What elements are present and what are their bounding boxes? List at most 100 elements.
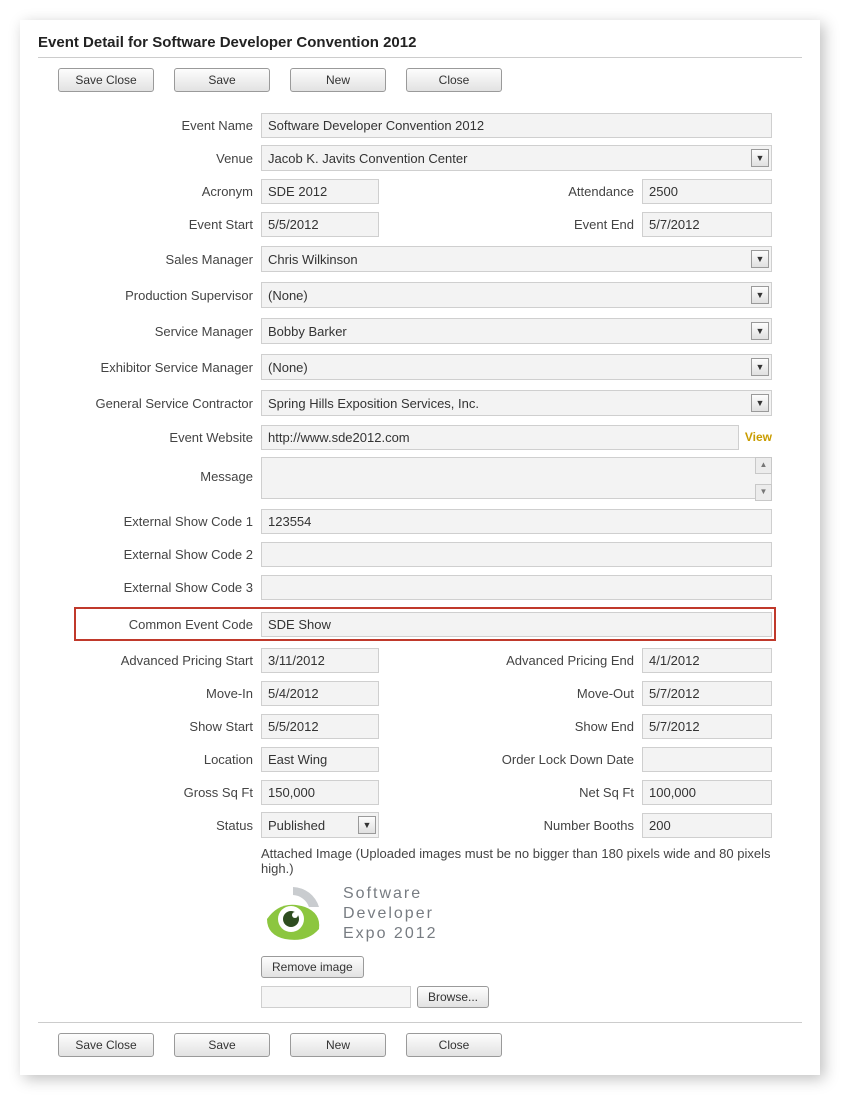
adv-pricing-start-label: Advanced Pricing Start: [78, 653, 261, 668]
location-input[interactable]: [261, 747, 379, 772]
status-value: Published: [268, 818, 325, 833]
textarea-scrollbar[interactable]: ▲ ▼: [755, 457, 772, 501]
production-supervisor-select[interactable]: (None) ▼: [261, 282, 772, 308]
event-name-input[interactable]: [261, 113, 772, 138]
ext-code-3-label: External Show Code 3: [78, 580, 261, 595]
sales-manager-select[interactable]: Chris Wilkinson ▼: [261, 246, 772, 272]
event-website-input[interactable]: [261, 425, 739, 450]
scroll-down-icon: ▼: [755, 484, 772, 501]
bottom-button-row: Save Close Save New Close: [38, 1033, 802, 1057]
service-manager-label: Service Manager: [78, 324, 261, 339]
browse-button[interactable]: Browse...: [417, 986, 489, 1008]
event-start-input[interactable]: [261, 212, 379, 237]
event-name-label: Event Name: [78, 118, 261, 133]
ext-code-1-input[interactable]: [261, 509, 772, 534]
view-link[interactable]: View: [739, 430, 772, 444]
acronym-label: Acronym: [78, 184, 261, 199]
divider: [38, 57, 802, 58]
move-out-label: Move-Out: [379, 686, 642, 701]
production-supervisor-value: (None): [268, 288, 308, 303]
event-form: Event Name Venue Jacob K. Javits Convent…: [38, 112, 802, 1008]
service-manager-select[interactable]: Bobby Barker ▼: [261, 318, 772, 344]
net-sq-ft-label: Net Sq Ft: [379, 785, 642, 800]
scroll-up-icon: ▲: [755, 457, 772, 474]
exhibitor-service-manager-value: (None): [268, 360, 308, 375]
service-manager-value: Bobby Barker: [268, 324, 347, 339]
file-path-input[interactable]: [261, 986, 411, 1008]
general-service-contractor-value: Spring Hills Exposition Services, Inc.: [268, 396, 479, 411]
attached-image-preview: Software Developer Expo 2012: [261, 884, 772, 944]
adv-pricing-end-label: Advanced Pricing End: [379, 653, 642, 668]
show-end-label: Show End: [379, 719, 642, 734]
chevron-down-icon: ▼: [751, 149, 769, 167]
save-close-button[interactable]: Save Close: [58, 68, 154, 92]
remove-image-button[interactable]: Remove image: [261, 956, 364, 978]
production-supervisor-label: Production Supervisor: [78, 288, 261, 303]
net-sq-ft-input[interactable]: [642, 780, 772, 805]
status-select[interactable]: Published ▼: [261, 812, 379, 838]
image-actions: Remove image Browse...: [261, 956, 772, 1008]
ext-code-2-input[interactable]: [261, 542, 772, 567]
new-button-bottom[interactable]: New: [290, 1033, 386, 1057]
show-end-input[interactable]: [642, 714, 772, 739]
common-event-code-highlight: Common Event Code: [74, 607, 776, 641]
chevron-down-icon: ▼: [751, 250, 769, 268]
chevron-down-icon: ▼: [751, 322, 769, 340]
event-detail-panel: Event Detail for Software Developer Conv…: [20, 20, 820, 1075]
order-lock-down-label: Order Lock Down Date: [379, 752, 642, 767]
status-label: Status: [78, 818, 261, 833]
save-close-button-bottom[interactable]: Save Close: [58, 1033, 154, 1057]
logo-eye-icon: [261, 885, 325, 943]
attendance-input[interactable]: [642, 179, 772, 204]
attached-image-note: Attached Image (Uploaded images must be …: [261, 846, 772, 876]
ext-code-3-input[interactable]: [261, 575, 772, 600]
venue-select[interactable]: Jacob K. Javits Convention Center ▼: [261, 145, 772, 171]
new-button[interactable]: New: [290, 68, 386, 92]
event-website-label: Event Website: [78, 430, 261, 445]
show-start-input[interactable]: [261, 714, 379, 739]
logo-text: Software Developer Expo 2012: [343, 884, 438, 944]
close-button[interactable]: Close: [406, 68, 502, 92]
attendance-label: Attendance: [379, 184, 642, 199]
venue-label: Venue: [78, 151, 261, 166]
move-out-input[interactable]: [642, 681, 772, 706]
event-end-input[interactable]: [642, 212, 772, 237]
message-label: Message: [78, 457, 261, 484]
ext-code-2-label: External Show Code 2: [78, 547, 261, 562]
logo-text-line3: Expo 2012: [343, 924, 438, 944]
general-service-contractor-select[interactable]: Spring Hills Exposition Services, Inc. ▼: [261, 390, 772, 416]
event-start-label: Event Start: [78, 217, 261, 232]
common-event-code-label: Common Event Code: [78, 617, 261, 632]
order-lock-down-input[interactable]: [642, 747, 772, 772]
adv-pricing-start-input[interactable]: [261, 648, 379, 673]
gross-sq-ft-input[interactable]: [261, 780, 379, 805]
event-end-label: Event End: [379, 217, 642, 232]
chevron-down-icon: ▼: [751, 358, 769, 376]
show-start-label: Show Start: [78, 719, 261, 734]
chevron-down-icon: ▼: [358, 816, 376, 834]
venue-value: Jacob K. Javits Convention Center: [268, 151, 467, 166]
adv-pricing-end-input[interactable]: [642, 648, 772, 673]
general-service-contractor-label: General Service Contractor: [78, 396, 261, 411]
acronym-input[interactable]: [261, 179, 379, 204]
exhibitor-service-manager-select[interactable]: (None) ▼: [261, 354, 772, 380]
page-title: Event Detail for Software Developer Conv…: [38, 34, 802, 51]
logo-text-line2: Developer: [343, 904, 438, 924]
move-in-input[interactable]: [261, 681, 379, 706]
save-button-bottom[interactable]: Save: [174, 1033, 270, 1057]
sales-manager-value: Chris Wilkinson: [268, 252, 358, 267]
save-button[interactable]: Save: [174, 68, 270, 92]
divider: [38, 1022, 802, 1023]
exhibitor-service-manager-label: Exhibitor Service Manager: [78, 360, 261, 375]
ext-code-1-label: External Show Code 1: [78, 514, 261, 529]
message-textarea[interactable]: [261, 457, 772, 499]
number-booths-label: Number Booths: [379, 818, 642, 833]
number-booths-input[interactable]: [642, 813, 772, 838]
sales-manager-label: Sales Manager: [78, 252, 261, 267]
close-button-bottom[interactable]: Close: [406, 1033, 502, 1057]
top-button-row: Save Close Save New Close: [38, 68, 802, 92]
common-event-code-input[interactable]: [261, 612, 772, 637]
chevron-down-icon: ▼: [751, 286, 769, 304]
logo-text-line1: Software: [343, 884, 438, 904]
chevron-down-icon: ▼: [751, 394, 769, 412]
